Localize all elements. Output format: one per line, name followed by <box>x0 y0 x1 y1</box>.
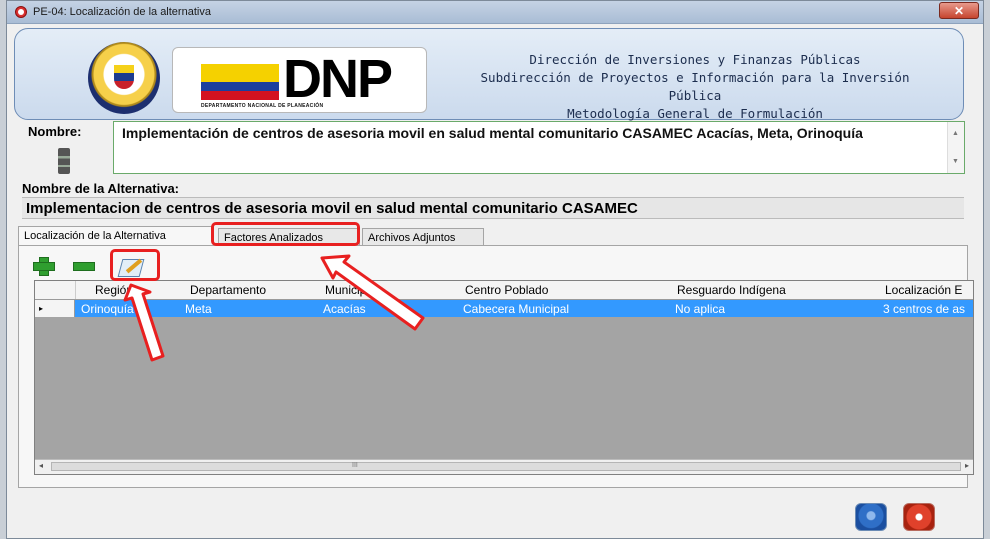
arrow-to-edit-button <box>123 283 165 362</box>
arrow-to-factores-tab <box>320 254 425 331</box>
annotation-arrows <box>123 254 425 362</box>
